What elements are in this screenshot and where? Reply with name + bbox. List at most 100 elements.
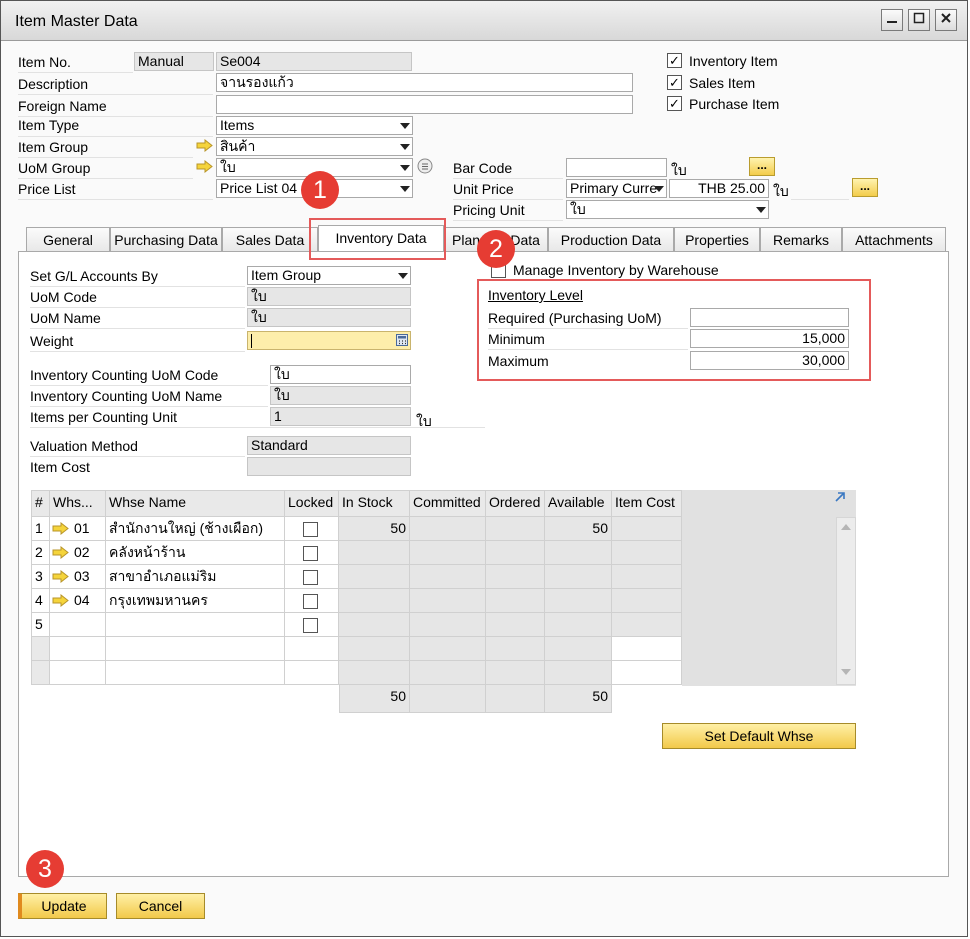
items-per-counting-field[interactable]: 1 bbox=[270, 407, 411, 426]
item-group-dropdown[interactable]: สินค้า bbox=[216, 137, 413, 156]
warehouse-name-cell[interactable] bbox=[106, 613, 285, 637]
counting-uom-name-field[interactable]: ใบ bbox=[270, 386, 411, 405]
chevron-down-icon bbox=[400, 165, 410, 171]
warehouse-code-cell[interactable] bbox=[50, 613, 106, 637]
item-master-data-window: Item Master Data Item No. Manual Se004 D… bbox=[0, 0, 968, 937]
step-badge-1: 1 bbox=[301, 171, 339, 209]
link-arrow-icon[interactable] bbox=[52, 522, 69, 535]
minimize-button[interactable] bbox=[881, 9, 903, 31]
purchase-item-label: Purchase Item bbox=[689, 96, 780, 112]
uom-code-field[interactable]: ใบ bbox=[247, 287, 411, 306]
pricing-unit-value: ใบ bbox=[570, 201, 586, 217]
sales-item-label: Sales Item bbox=[689, 75, 756, 91]
valuation-method-label: Valuation Method bbox=[30, 438, 138, 454]
warehouse-name-cell[interactable]: คลังหน้าร้าน bbox=[106, 541, 285, 565]
cancel-button[interactable]: Cancel bbox=[116, 893, 205, 919]
empty-cell[interactable] bbox=[106, 661, 285, 685]
empty-cell[interactable] bbox=[285, 637, 339, 661]
item-type-dropdown[interactable]: Items bbox=[216, 116, 413, 135]
empty-cell bbox=[339, 637, 410, 661]
pricing-unit-dropdown[interactable]: ใบ bbox=[566, 200, 769, 219]
link-arrow-icon[interactable] bbox=[196, 160, 213, 173]
scroll-down-icon[interactable] bbox=[841, 668, 851, 676]
link-arrow-icon[interactable] bbox=[52, 594, 69, 607]
unit-price-ellipsis-button[interactable]: ... bbox=[852, 178, 878, 197]
empty-cell[interactable] bbox=[285, 661, 339, 685]
committed-cell bbox=[410, 589, 486, 613]
locked-checkbox[interactable] bbox=[303, 618, 318, 633]
grid-header[interactable]: Ordered bbox=[486, 490, 545, 517]
locked-checkbox[interactable] bbox=[303, 594, 318, 609]
link-arrow-icon[interactable] bbox=[196, 139, 213, 152]
grid-header[interactable]: Item Cost bbox=[612, 490, 682, 517]
pricing-unit-label: Pricing Unit bbox=[453, 202, 525, 218]
tab-properties[interactable]: Properties bbox=[674, 227, 760, 252]
locked-checkbox[interactable] bbox=[303, 522, 318, 537]
grid-header[interactable]: Whse Name bbox=[106, 490, 285, 517]
link-arrow-icon[interactable] bbox=[52, 546, 69, 559]
empty-cell[interactable] bbox=[106, 637, 285, 661]
grid-header[interactable]: Locked bbox=[285, 490, 339, 517]
tab-remarks[interactable]: Remarks bbox=[760, 227, 842, 252]
tab-attachments[interactable]: Attachments bbox=[842, 227, 946, 252]
empty-cell[interactable] bbox=[50, 661, 106, 685]
grid-header[interactable]: In Stock bbox=[339, 490, 410, 517]
unit-price-currency-dropdown[interactable]: Primary Curre bbox=[566, 179, 667, 198]
sales-item-checkbox[interactable]: ✓ bbox=[667, 75, 682, 90]
item-cost-field[interactable] bbox=[247, 457, 411, 476]
grid-header[interactable]: # bbox=[31, 490, 50, 517]
tab-purchasing-data[interactable]: Purchasing Data bbox=[110, 227, 222, 252]
empty-cell bbox=[410, 661, 486, 685]
unit-price-unit: ใบ bbox=[773, 183, 789, 199]
scroll-up-icon[interactable] bbox=[841, 523, 851, 531]
calculator-icon[interactable] bbox=[396, 334, 408, 346]
grid-header[interactable]: Available bbox=[545, 490, 612, 517]
foreign-name-field[interactable] bbox=[216, 95, 633, 114]
tab-production-data[interactable]: Production Data bbox=[548, 227, 674, 252]
items-per-counting-unit: ใบ bbox=[416, 413, 432, 429]
item-cost-cell bbox=[612, 517, 682, 541]
unit-price-field[interactable]: THB 25.00 bbox=[669, 179, 769, 198]
warehouse-name-cell[interactable]: สาขาอำเภอแม่ริม bbox=[106, 565, 285, 589]
grid-header[interactable]: Committed bbox=[410, 490, 486, 517]
divider bbox=[453, 220, 563, 221]
item-no-series[interactable]: Manual bbox=[134, 52, 214, 71]
divider bbox=[30, 456, 245, 457]
empty-cell[interactable] bbox=[50, 637, 106, 661]
bar-code-field[interactable] bbox=[566, 158, 667, 177]
weight-field[interactable] bbox=[247, 331, 411, 350]
empty-cell bbox=[486, 637, 545, 661]
committed-cell bbox=[410, 613, 486, 637]
valuation-method-field[interactable]: Standard bbox=[247, 436, 411, 455]
uom-name-field[interactable]: ใบ bbox=[247, 308, 411, 327]
uom-group-label: UoM Group bbox=[18, 160, 91, 176]
items-per-counting-label: Items per Counting Unit bbox=[30, 409, 178, 425]
warehouse-name-cell[interactable]: สำนักงานใหญ่ (ช้างเผือก) bbox=[106, 517, 285, 541]
counting-uom-code-label: Inventory Counting UoM Code bbox=[30, 367, 219, 383]
link-arrow-icon[interactable] bbox=[52, 570, 69, 583]
inventory-item-checkbox[interactable]: ✓ bbox=[667, 53, 682, 68]
chevron-down-icon bbox=[400, 123, 410, 129]
tab-sales-data[interactable]: Sales Data bbox=[222, 227, 318, 252]
description-field[interactable]: จานรองแก้ว bbox=[216, 73, 633, 92]
expand-icon[interactable] bbox=[833, 490, 847, 504]
tab-general[interactable]: General bbox=[26, 227, 110, 252]
gl-accounts-dropdown[interactable]: Item Group bbox=[247, 266, 411, 285]
update-button[interactable]: Update bbox=[18, 893, 107, 919]
close-button[interactable] bbox=[935, 9, 957, 31]
locked-checkbox[interactable] bbox=[303, 570, 318, 585]
maximize-button[interactable] bbox=[908, 9, 930, 31]
bar-code-ellipsis-button[interactable]: ... bbox=[749, 157, 775, 176]
grid-scrollbar[interactable] bbox=[836, 517, 856, 685]
ordered-cell bbox=[486, 517, 545, 541]
row-number: 2 bbox=[31, 541, 50, 565]
step-badge-2: 2 bbox=[477, 230, 515, 268]
item-no-field[interactable]: Se004 bbox=[216, 52, 412, 71]
counting-uom-code-field[interactable]: ใบ bbox=[270, 365, 411, 384]
grid-header[interactable]: Whs... bbox=[50, 490, 106, 517]
warehouse-name-cell[interactable]: กรุงเทพมหานคร bbox=[106, 589, 285, 613]
locked-checkbox[interactable] bbox=[303, 546, 318, 561]
list-icon[interactable] bbox=[417, 158, 433, 174]
purchase-item-checkbox[interactable]: ✓ bbox=[667, 96, 682, 111]
set-default-whse-button[interactable]: Set Default Whse bbox=[662, 723, 856, 749]
